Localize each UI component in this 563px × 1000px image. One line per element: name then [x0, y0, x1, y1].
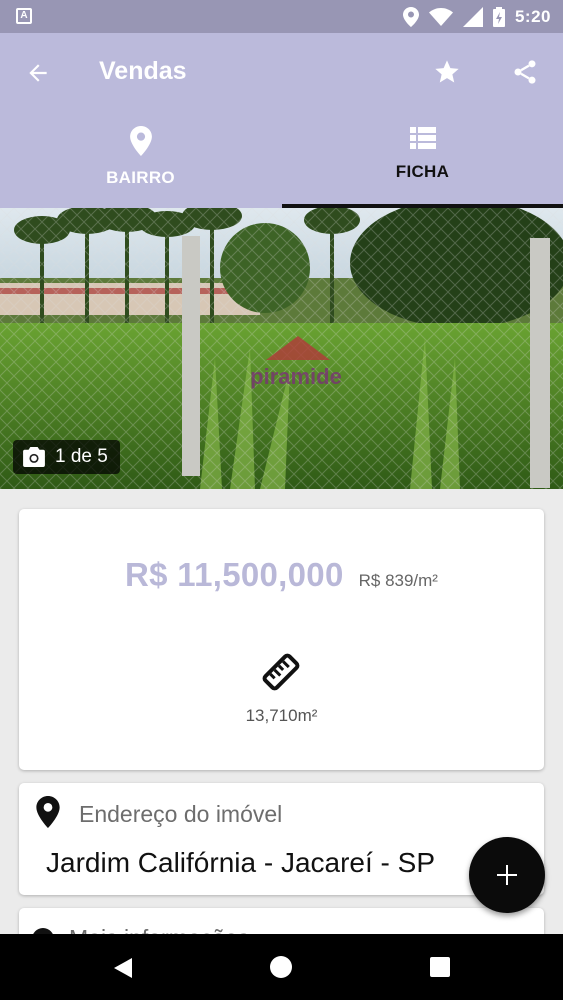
photo-counter: 1 de 5: [13, 440, 120, 474]
address-card: Endereço do imóvel Jardim Califórnia - J…: [19, 783, 544, 895]
price-per-m2: R$ 839/m²: [358, 571, 438, 590]
price: R$ 11,500,000: [125, 556, 344, 593]
page-title: Vendas: [99, 57, 187, 85]
area-value: 13,710m²: [245, 706, 318, 725]
list-icon: [409, 127, 436, 149]
clock: 5:20: [514, 7, 551, 26]
system-navigation-bar: [0, 934, 563, 1000]
plus-icon: [497, 865, 517, 885]
nav-recents-icon[interactable]: [430, 957, 450, 977]
back-arrow-icon: [29, 64, 47, 82]
map-pin-icon: [129, 126, 152, 156]
status-icons: 5:20: [402, 4, 551, 30]
favorite-button[interactable]: [428, 53, 466, 91]
nav-back-icon[interactable]: [112, 956, 134, 980]
location-icon: [402, 7, 419, 27]
camera-icon: [23, 447, 45, 467]
wifi-icon: [428, 8, 453, 26]
tab-bairro[interactable]: BAIRRO: [0, 121, 281, 208]
location-pin-icon: [36, 796, 60, 828]
address-value: Jardim Califórnia - Jacareí - SP: [46, 847, 436, 878]
price-card: R$ 11,500,000 R$ 839/m² 13,710m²: [19, 509, 544, 770]
status-bar: A 5:20: [0, 0, 563, 33]
address-label: Endereço do imóvel: [79, 801, 283, 827]
battery-icon: [492, 7, 505, 27]
signal-icon: [462, 7, 483, 27]
ruler-icon: [262, 653, 300, 691]
star-icon: [435, 60, 459, 83]
tab-label: BAIRRO: [106, 168, 175, 187]
share-button[interactable]: [506, 53, 544, 91]
nav-home-icon[interactable]: [270, 956, 292, 978]
tab-label: FICHA: [395, 162, 450, 181]
share-icon: [514, 60, 536, 84]
app-bar: Vendas BAIRRO FICHA: [0, 33, 563, 208]
back-button[interactable]: [20, 55, 56, 91]
tab-ficha[interactable]: FICHA: [282, 121, 563, 208]
watermark-logo: piramide: [250, 364, 342, 389]
add-fab-button[interactable]: [469, 837, 545, 913]
photo-counter-text: 1 de 5: [55, 446, 108, 467]
price-row: R$ 11,500,000 R$ 839/m²: [19, 556, 544, 594]
notification-badge: A: [16, 8, 32, 24]
